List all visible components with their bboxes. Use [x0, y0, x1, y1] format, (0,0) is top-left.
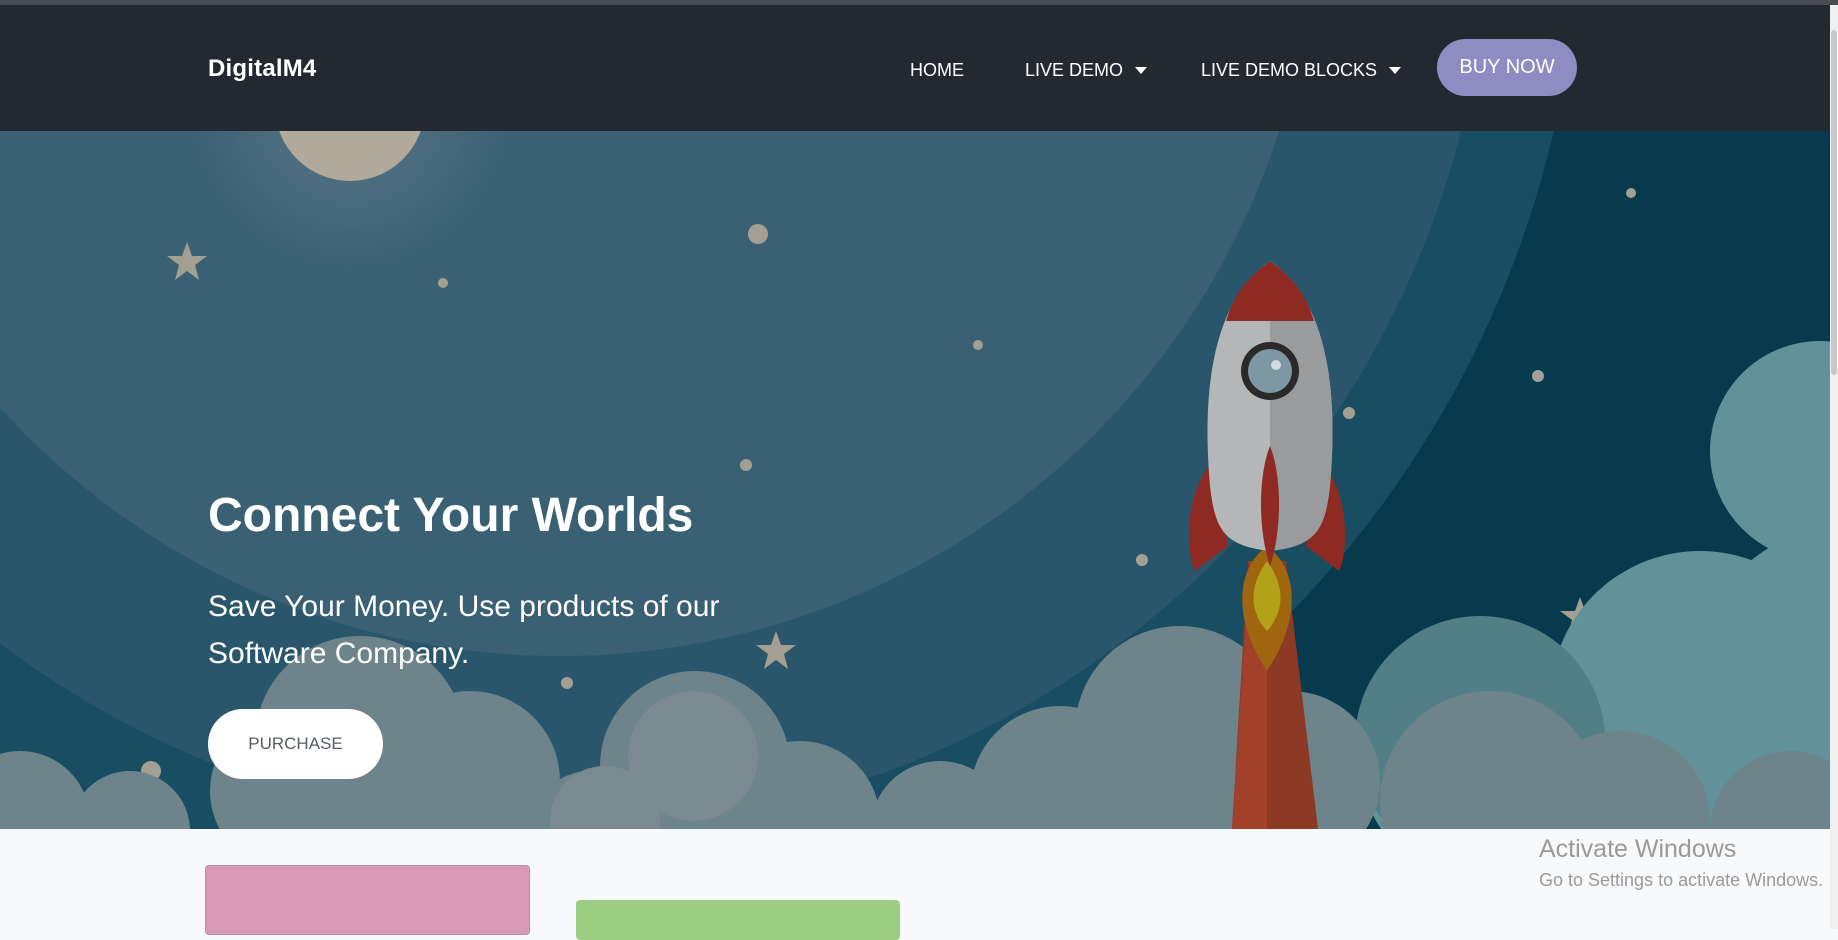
vertical-scrollbar-thumb[interactable] — [1831, 30, 1837, 375]
brand-logo[interactable]: DigitalM4 — [208, 55, 316, 83]
activation-title: Activate Windows — [1539, 835, 1737, 863]
caret-down-icon — [1389, 67, 1402, 74]
feature-card-green — [576, 900, 900, 940]
nav-item-label: HOME — [910, 60, 964, 80]
hero-subtitle: Save Your Money. Use products of our Sof… — [208, 590, 720, 670]
purchase-button[interactable]: PURCHASE — [208, 709, 383, 779]
hero-section: Connect Your Worlds Save Your Money. Use… — [0, 131, 1830, 829]
feature-card-pink — [205, 865, 530, 935]
hero-title: Connect Your Worlds — [208, 489, 694, 542]
buy-now-button[interactable]: BUY NOW — [1437, 39, 1577, 96]
activation-subtitle: Go to Settings to activate Windows. — [1539, 870, 1824, 890]
nav-item-home[interactable]: HOME — [910, 60, 964, 81]
top-navbar: DigitalM4 HOME LIVE DEMO LIVE DEMO BLOCK… — [0, 5, 1838, 131]
nav-item-label: LIVE DEMO — [1025, 60, 1124, 80]
nav-item-live-demo-blocks[interactable]: LIVE DEMO BLOCKS — [1201, 60, 1402, 81]
nav-item-label: LIVE DEMO BLOCKS — [1201, 60, 1378, 80]
nav-item-live-demo[interactable]: LIVE DEMO — [1025, 60, 1148, 81]
caret-down-icon — [1135, 67, 1148, 74]
windows-activation-watermark: Activate Windows Go to Settings to activ… — [1539, 835, 1823, 891]
